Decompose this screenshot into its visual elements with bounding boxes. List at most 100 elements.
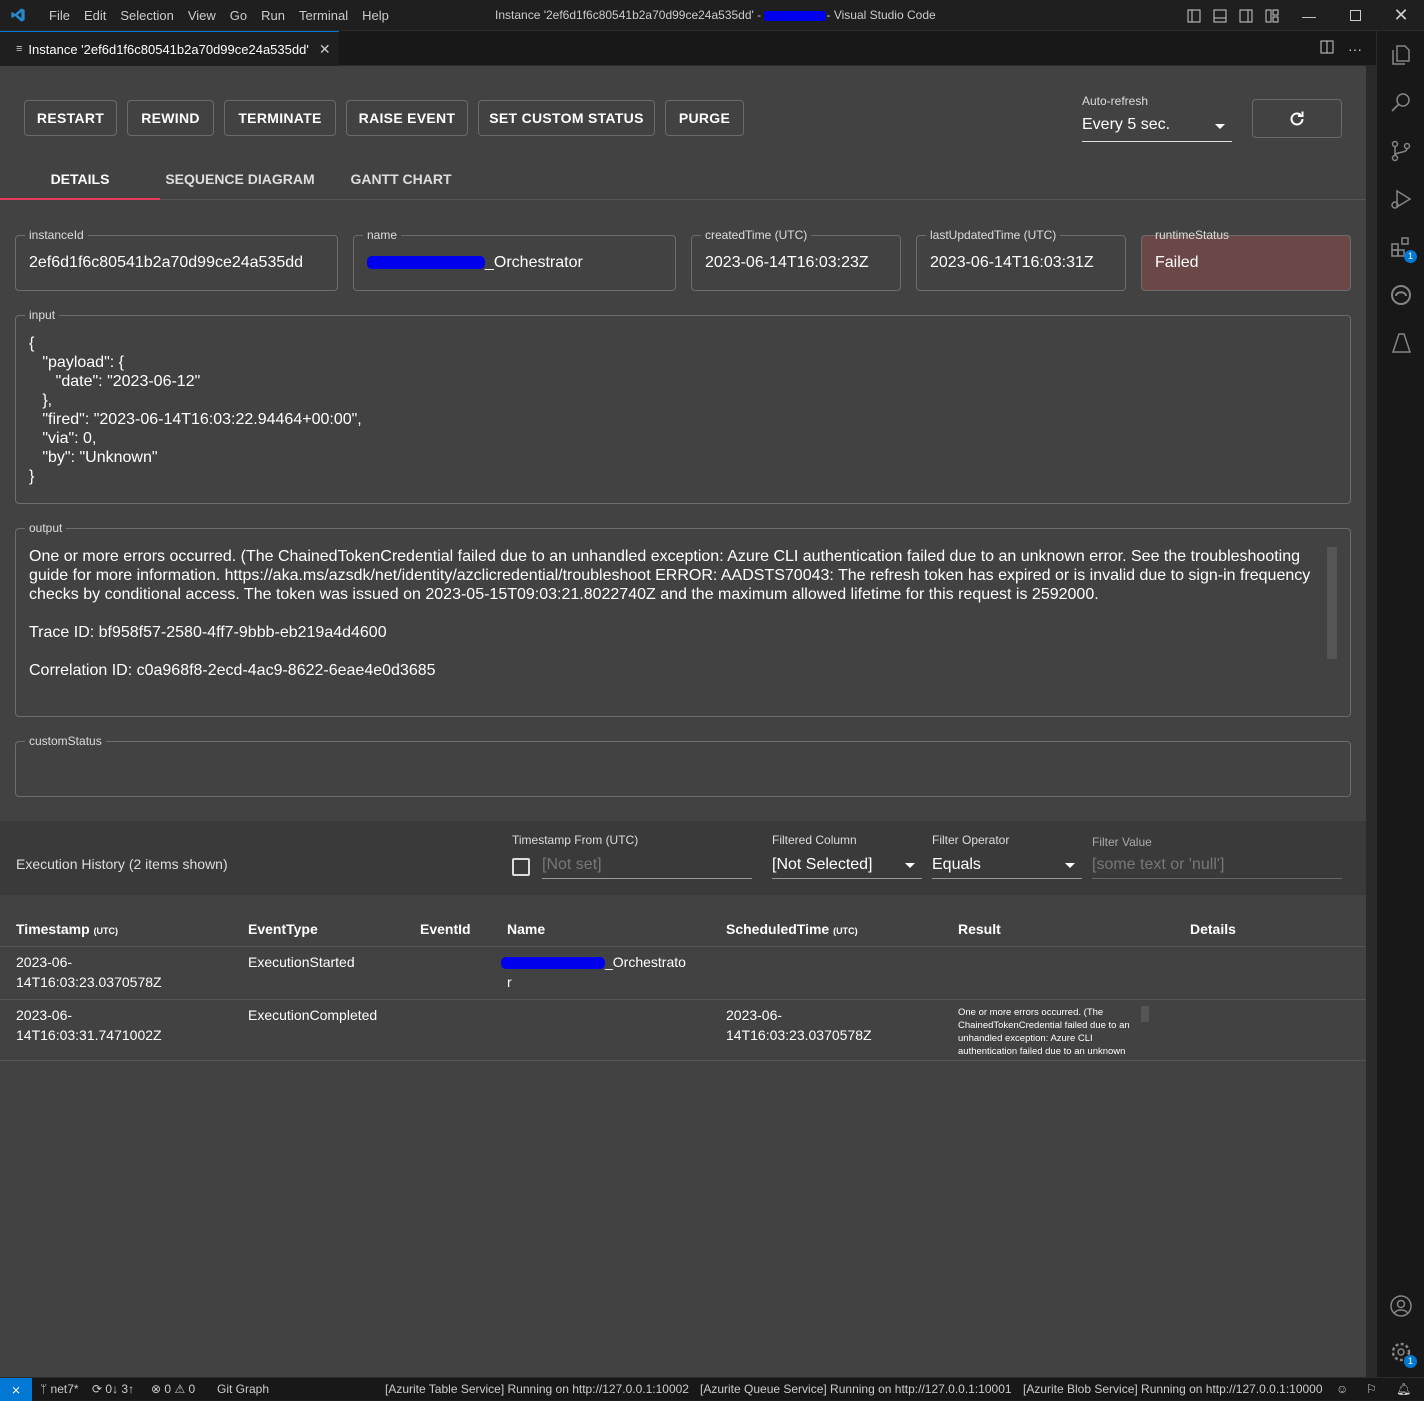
runtime-status-value: Failed [1155,254,1199,271]
input-field[interactable]: input { "payload": { "date": "2023-06-12… [15,308,1351,504]
runtime-status-label: runtimeStatus [1155,228,1230,242]
name-value: _Orchestrator [485,254,583,271]
last-updated-time-field[interactable]: lastUpdatedTime (UTC) 2023-06-14T16:03:3… [916,228,1126,291]
purge-button[interactable]: PURGE [665,100,744,136]
file-lines-icon: ≡ [16,43,23,55]
azurite-table-item[interactable]: [Azurite Table Service] Running on http:… [385,1378,689,1401]
copilot-icon[interactable]: ☺ [1336,1378,1348,1401]
tab-gantt-chart[interactable]: GANTT CHART [330,158,472,200]
filtered-column-label: Filtered Column [772,833,857,847]
col-scheduled-time[interactable]: ScheduledTime (UTC) [726,921,858,937]
row-timestamp-line1: 2023-06- [16,1007,73,1023]
col-result[interactable]: Result [958,921,1001,937]
tab-details[interactable]: DETAILS [0,158,160,200]
manage-icon[interactable]: 1 [1377,1328,1424,1376]
col-name[interactable]: Name [507,921,545,937]
explorer-icon[interactable] [1377,31,1424,79]
menu-edit[interactable]: Edit [77,0,113,31]
col-details[interactable]: Details [1190,921,1236,937]
azurite-blob-item[interactable]: [Azurite Blob Service] Running on http:/… [1023,1378,1323,1401]
search-icon[interactable] [1377,79,1424,127]
close-tab-icon[interactable]: ✕ [319,41,331,58]
col-timestamp[interactable]: Timestamp (UTC) [16,921,118,937]
output-field[interactable]: output One or more errors occurred. (The… [15,521,1351,717]
more-actions-icon[interactable]: ··· [1348,41,1362,57]
redaction-mark [367,256,485,270]
row-result-scrollbar[interactable] [1141,1006,1149,1022]
remote-indicator-icon[interactable]: ⨯ [0,1378,32,1401]
minimize-icon[interactable]: — [1286,0,1332,31]
menu-run[interactable]: Run [254,0,292,31]
filter-value-input[interactable]: [some text or 'null'] [1092,851,1342,879]
restart-button[interactable]: RESTART [24,100,117,136]
timestamp-from-checkbox[interactable] [512,858,530,876]
account-icon[interactable] [1377,1282,1424,1330]
problems-item[interactable]: ⊗ 0 ⚠ 0 [151,1378,195,1401]
runtime-status-field[interactable]: runtimeStatus Failed [1141,228,1351,291]
menu-go[interactable]: Go [223,0,254,31]
tab-sequence-diagram[interactable]: SEQUENCE DIAGRAM [160,158,320,200]
edge-icon[interactable] [1377,271,1424,319]
toggle-secondary-sidebar-icon[interactable] [1233,0,1259,31]
name-field[interactable]: name _Orchestrator [353,228,676,291]
branch-item[interactable]: ᛘ net7* [40,1378,79,1401]
menu-terminal[interactable]: Terminal [292,0,355,31]
menu-view[interactable]: View [181,0,223,31]
col-event-id[interactable]: EventId [420,921,471,937]
run-debug-icon[interactable] [1377,175,1424,223]
menu-help[interactable]: Help [355,0,396,31]
layout-controls [1181,0,1285,31]
customize-layout-icon[interactable] [1259,0,1285,31]
view-tabs: DETAILS SEQUENCE DIAGRAM GANTT CHART [0,158,1366,200]
row-name: _Orchestrato r [501,952,686,992]
col-event-type[interactable]: EventType [248,921,318,937]
raise-event-button[interactable]: RAISE EVENT [346,100,468,136]
refresh-button[interactable] [1252,99,1342,138]
row-result[interactable]: One or more errors occurred. (The Chaine… [958,1006,1140,1054]
feedback-icon[interactable]: ⚐ [1366,1378,1377,1401]
azurite-queue-item[interactable]: [Azurite Queue Service] Running on http:… [700,1378,1012,1401]
close-window-icon[interactable]: ✕ [1378,0,1424,31]
output-scrollbar[interactable] [1327,547,1337,659]
title-bar: File Edit Selection View Go Run Terminal… [0,0,1424,31]
git-graph-item[interactable]: Git Graph [217,1378,269,1401]
row-name-line1: _Orchestrato [501,952,686,972]
source-control-icon[interactable] [1377,127,1424,175]
set-custom-status-button[interactable]: SET CUSTOM STATUS [478,100,655,136]
filtered-column-select[interactable]: [Not Selected] [772,851,922,879]
maximize-icon[interactable] [1332,0,1378,31]
error-icon: ⊗ [151,1382,162,1396]
auto-refresh-select[interactable]: Every 5 sec. [1082,112,1232,142]
editor-tab-instance[interactable]: ≡ Instance '2ef6d1f6c80541b2a70d99ce24a5… [0,31,339,66]
activity-bar: 1 1 [1376,31,1424,1377]
timestamp-from-input[interactable]: [Not set] [542,851,752,879]
notifications-icon[interactable]: 🔔︎ [1396,1378,1411,1401]
custom-status-field[interactable]: customStatus [15,734,1351,797]
row-name-text: _Orchestrato [605,954,686,970]
output-trace-id: Trace ID: bf958f57-2580-4ff7-9bbb-eb219a… [29,624,387,641]
toggle-primary-sidebar-icon[interactable] [1181,0,1207,31]
terminate-button[interactable]: TERMINATE [224,100,336,136]
sync-item[interactable]: ⟳ 0↓ 3↑ [92,1378,134,1401]
menu-file[interactable]: File [42,0,77,31]
toggle-panel-icon[interactable] [1207,0,1233,31]
menu-selection[interactable]: Selection [113,0,180,31]
extensions-icon[interactable]: 1 [1377,223,1424,271]
azure-icon[interactable] [1377,319,1424,367]
window-controls: — ✕ [1286,0,1424,31]
view-scrollbar[interactable] [1366,66,1376,1377]
split-editor-icon[interactable] [1320,40,1334,57]
sync-icon: ⟳ [92,1382,103,1396]
created-time-field[interactable]: createdTime (UTC) 2023-06-14T16:03:23Z [691,228,901,291]
editor-actions: ··· [1320,31,1362,66]
created-time-value: 2023-06-14T16:03:23Z [705,254,869,271]
col-timestamp-label: Timestamp [16,921,90,937]
rewind-button[interactable]: REWIND [127,100,214,136]
execution-history-title: Execution History (2 items shown) [16,856,228,872]
window-title: Instance '2ef6d1f6c80541b2a70d99ce24a535… [495,0,936,31]
branch-icon: ᛘ [40,1382,48,1396]
filter-operator-select[interactable]: Equals [932,851,1082,879]
table-row[interactable]: 2023-06- 14T16:03:31.7471002Z ExecutionCo… [0,1000,1366,1061]
instance-id-field[interactable]: instanceId 2ef6d1f6c80541b2a70d99ce24a53… [15,228,338,291]
table-row[interactable]: 2023-06- 14T16:03:23.0370578Z ExecutionSt… [0,947,1366,1000]
